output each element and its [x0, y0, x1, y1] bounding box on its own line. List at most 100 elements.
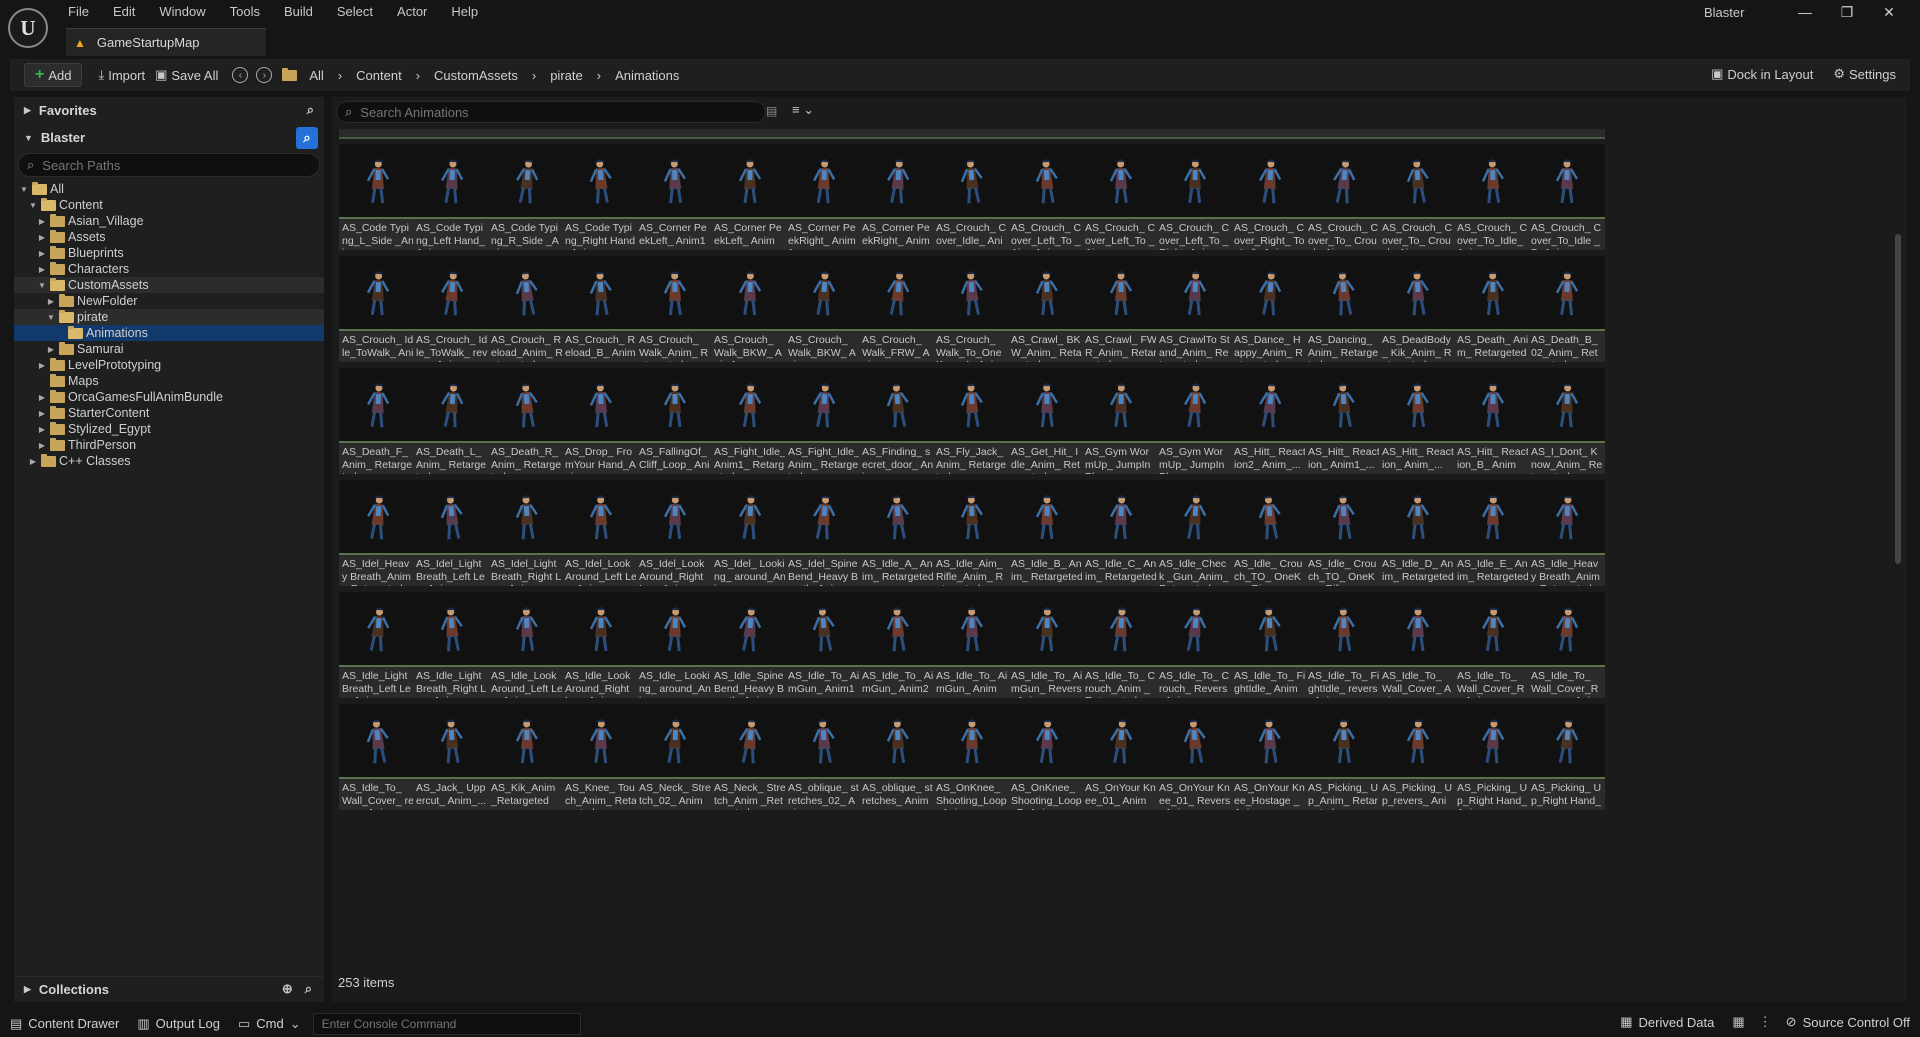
asset-tile[interactable]: AS_Corner PeekLeft_ Anim_... [711, 144, 788, 250]
asset-tile[interactable]: AS_Hitt_ Reaction2_ Anim_... [1231, 368, 1308, 474]
asset-tile[interactable]: AS_Crouch_ Walk_BKW_ Anim1_... [711, 256, 788, 362]
asset-tile[interactable]: AS_Idel_Light Breath_Left Leg_Anim_... [413, 480, 490, 586]
asset-tile[interactable]: AS_Death_L_ Anim_ Retargeted [413, 368, 490, 474]
chevron-right-icon[interactable]: › [532, 68, 536, 83]
restore-button[interactable]: ❐ [1826, 4, 1868, 21]
scrollbar-thumb[interactable] [1895, 234, 1901, 564]
partial-tile[interactable] [711, 129, 788, 139]
source-control-button[interactable]: ⊘ Source Control Off [1786, 1014, 1910, 1030]
more-icon[interactable]: ⋮ [1759, 1014, 1772, 1030]
asset-tile[interactable]: AS_Knee_ Touch_Anim_ Retargeted [562, 704, 639, 810]
asset-tile[interactable]: AS_OnYour Knee_01_ Revers_Ani... [1156, 704, 1233, 810]
asset-tile[interactable]: AS_Idel_ Looking_ around_Ani... [711, 480, 788, 586]
menu-file[interactable]: File [56, 3, 101, 21]
asset-tile[interactable]: AS_FallingOf_ Cliff_Loop_ Anim_... [636, 368, 713, 474]
asset-tile[interactable]: AS_Idle_ Crouch_TO_ OneKneeRif... [1305, 480, 1382, 586]
chevron-right-icon[interactable]: › [597, 68, 601, 83]
menu-tools[interactable]: Tools [218, 3, 272, 21]
partial-tile[interactable] [1305, 129, 1382, 139]
asset-tile[interactable]: AS_Idle_ Looking_ around_Ani... [636, 592, 713, 698]
expand-arrow-icon[interactable]: ▼ [45, 313, 57, 322]
expand-arrow-icon[interactable]: ▼ [27, 201, 39, 210]
breadcrumb-item[interactable]: pirate [550, 68, 583, 83]
collapse-arrow-icon[interactable]: ▶ [45, 297, 57, 306]
asset-tile[interactable]: AS_Idle_Heavy Breath_Anim_ Retargeted [1528, 480, 1605, 586]
asset-tile[interactable]: AS_Corner PeekRight_ Anim_... [859, 144, 936, 250]
asset-tile[interactable]: AS_Dancing_ Anim_ Retargeted [1305, 256, 1382, 362]
asset-tile[interactable]: AS_Idle_To_ AimGun_ Anim2_... [859, 592, 936, 698]
asset-tile[interactable]: AS_OnYour Knee_01_ Anim_... [1082, 704, 1159, 810]
partial-tile[interactable] [488, 129, 565, 139]
asset-tile[interactable]: AS_Hitt_ Reaction_ Anim_... [1379, 368, 1456, 474]
collapse-arrow-icon[interactable]: ▶ [36, 409, 48, 418]
asset-tile[interactable]: AS_Crouch_ Cover_Idle_ Anim_... [933, 144, 1010, 250]
tree-item[interactable]: Animations [14, 325, 324, 341]
partial-tile[interactable] [933, 129, 1010, 139]
asset-tile[interactable]: AS_Crouch_ Reload_B_ Anim_... [562, 256, 639, 362]
tree-item[interactable]: ▶ OrcaGamesFullAnimBundle [14, 389, 324, 405]
partial-tile[interactable] [1008, 129, 1085, 139]
partial-tile[interactable] [1231, 129, 1308, 139]
settings-button[interactable]: ⚙ Settings [1833, 66, 1896, 82]
tree-item[interactable]: ▶ ThirdPerson [14, 437, 324, 453]
console-input[interactable] [321, 1016, 572, 1031]
add-button[interactable]: + Add [24, 63, 83, 87]
asset-tile[interactable]: AS_OnKnee_ Shooting_Loop _Anim_... [933, 704, 1010, 810]
asset-tile[interactable]: AS_Crouch_ Idle_ToWalk_ revers_Ani... [413, 256, 490, 362]
asset-tile[interactable]: AS_Idle_To_ Crouch_Anim _Retargeted [1082, 592, 1159, 698]
tree-item[interactable]: ▶ C++ Classes [14, 453, 324, 469]
save-all-button[interactable]: ▣ Save All [155, 67, 218, 83]
forward-icon[interactable]: › [256, 67, 273, 83]
asset-tile[interactable]: AS_Idle_ Crouch_TO_ OneKneeRi... [1231, 480, 1308, 586]
asset-tile[interactable]: AS_Dance_ Happy_Anim_ Retargeted [1231, 256, 1308, 362]
asset-tile[interactable]: AS_Idle_To_ FightIdle_ revers_Ani... [1305, 592, 1382, 698]
asset-tile[interactable]: AS_Idle_Spine Bend_Heavy Breath_Ani... [711, 592, 788, 698]
asset-tile[interactable]: AS_OnYour Knee_Hostage _Anim_... [1231, 704, 1308, 810]
asset-tile[interactable]: AS_Idle_To_ AimGun_ Anim1_... [785, 592, 862, 698]
asset-tile[interactable]: AS_Idle_Aim_ Rifle_Anim_ Retargeted [933, 480, 1010, 586]
asset-tile[interactable]: AS_Corner PeekLeft_ Anim1_... [636, 144, 713, 250]
asset-tile[interactable]: AS_Idle_D_ Anim_ Retargeted [1379, 480, 1456, 586]
cmd-dropdown[interactable]: ▭ Cmd ⌄ [238, 1016, 307, 1032]
tree-item[interactable]: ▶ NewFolder [14, 293, 324, 309]
asset-tile[interactable]: AS_Idle_To_ Wall_Cover_R_ revers_Ani... [1528, 592, 1605, 698]
asset-tile[interactable]: AS_Fight_Idle_ Anim1_ Retargeted [711, 368, 788, 474]
scrollbar[interactable] [1895, 129, 1901, 969]
asset-tile[interactable]: AS_Crawl_ FWR_Anim_ Retargeted [1082, 256, 1159, 362]
partial-tile[interactable] [1454, 129, 1531, 139]
asset-tile[interactable]: AS_Crouch_ Walk_To_One Knee_L_Ani... [933, 256, 1010, 362]
asset-tile[interactable]: AS_Idle_C_ Anim_ Retargeted [1082, 480, 1159, 586]
asset-tile[interactable]: AS_Crouch_ Cover_Left_To _Aim_revers_... [1082, 144, 1159, 250]
asset-tile[interactable]: AS_Idle_To_ AimGun_ Anim_... [933, 592, 1010, 698]
asset-tile[interactable]: AS_Idle_Look Around_Right Leg_Anim_... [562, 592, 639, 698]
asset-tile[interactable]: AS_Gym WormUp_ JumpInPla... [1156, 368, 1233, 474]
collapse-arrow-icon[interactable]: ▶ [36, 425, 48, 434]
asset-search[interactable]: ⌕ [336, 101, 766, 123]
asset-tile[interactable]: AS_Crouch_ Reload_Anim_ Retargeted [488, 256, 565, 362]
asset-tile[interactable]: AS_Crouch_ Cover_Left_To _Aim_Anim_... [1008, 144, 1085, 250]
tree-item[interactable]: ▶ Samurai [14, 341, 324, 357]
tree-item[interactable]: ▶ Assets [14, 229, 324, 245]
asset-tile[interactable]: AS_Death_ Anim_ Retargeted [1454, 256, 1531, 362]
import-button[interactable]: ⤓ Import [98, 67, 145, 83]
asset-tile[interactable]: AS_oblique_ stretches_02_ Anim_... [785, 704, 862, 810]
asset-tile[interactable]: AS_Death_B_ 02_Anim_ Retargeted [1528, 256, 1605, 362]
partial-tile[interactable] [636, 129, 713, 139]
asset-tile[interactable]: AS_Idle_To_ Wall_Cover_R_ Anim_... [1454, 592, 1531, 698]
expand-arrow-icon[interactable]: ▼ [18, 185, 30, 194]
asset-tile[interactable]: AS_Fly_Jack_ Anim_ Retargeted [933, 368, 1010, 474]
asset-tile[interactable]: AS_Idle_Light Breath_Left Leg_Anim_... [339, 592, 416, 698]
derived-data-button[interactable]: ▦ Derived Data [1620, 1014, 1714, 1030]
asset-tile[interactable]: AS_Idle_To_ Wall_Cover_ revers_Ani... [339, 704, 416, 810]
path-search-input[interactable] [42, 157, 293, 173]
asset-tile[interactable]: AS_I_Dont_ Know_Anim_ Retargeted [1528, 368, 1605, 474]
tree-item[interactable]: ▼ pirate [14, 309, 324, 325]
asset-tile[interactable]: AS_Idle_To_ Crouch_ Revers_Ani... [1156, 592, 1233, 698]
close-button[interactable]: ✕ [1868, 4, 1910, 21]
asset-tile[interactable]: AS_Idle_A_ Anim_ Retargeted [859, 480, 936, 586]
asset-tile[interactable]: AS_Idle_To_ FightIdle_ Anim_... [1231, 592, 1308, 698]
tree-item[interactable]: ▶ Characters [14, 261, 324, 277]
asset-tile[interactable]: AS_Corner PeekRight_ Anim1_... [785, 144, 862, 250]
tab-game-startup-map[interactable]: ▲ GameStartupMap [66, 28, 266, 56]
collapse-arrow-icon[interactable]: ▶ [36, 233, 48, 242]
